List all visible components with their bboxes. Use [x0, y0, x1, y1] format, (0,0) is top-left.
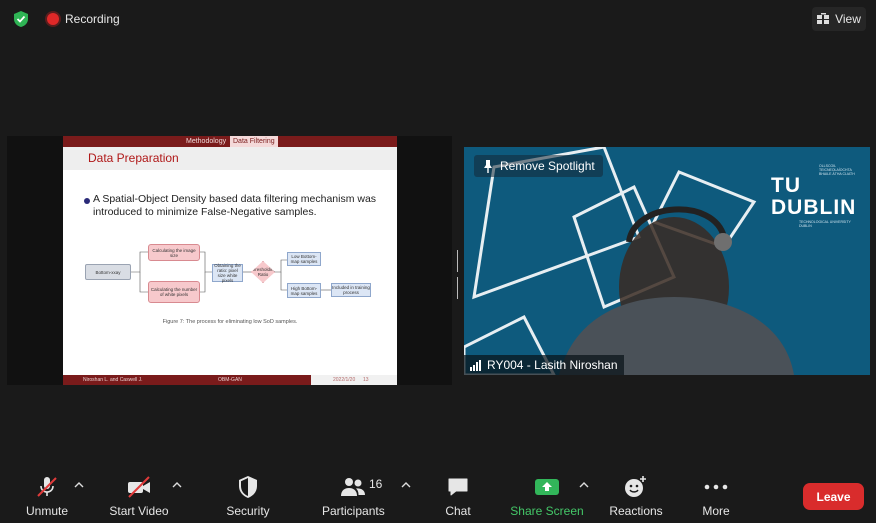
security-button[interactable]: Security: [224, 475, 272, 518]
start-video-button[interactable]: Start Video: [108, 475, 170, 518]
flow-node-white-pixels: Calculating the number of white pixels: [148, 281, 200, 303]
flow-node-input: Bottom-xxay: [85, 264, 131, 280]
more-button[interactable]: More: [696, 475, 736, 518]
more-dots-icon: [696, 475, 736, 499]
participants-label: Participants: [322, 504, 385, 518]
slide-crumb-subsection: Data Filtering: [230, 136, 278, 147]
footer-authors: Niroshan L. and Caswell J.: [83, 377, 143, 383]
chat-bubble-icon: [440, 475, 476, 499]
presentation-slide: Methodology Data Filtering Data Preparat…: [63, 136, 397, 385]
share-screen-icon: [510, 475, 584, 499]
headset-ear: [714, 233, 732, 251]
shield-check-icon[interactable]: [12, 10, 30, 28]
shared-screen: Methodology Data Filtering Data Preparat…: [7, 136, 452, 385]
slide-crumb-section: Methodology: [186, 138, 227, 145]
reactions-button[interactable]: Reactions: [608, 475, 664, 518]
share-options-chevron-icon[interactable]: [579, 481, 589, 489]
more-label: More: [702, 504, 730, 518]
unmute-label: Unmute: [25, 504, 69, 518]
camera-off-icon: [108, 475, 170, 499]
spotlight-video-tile[interactable]: Remove Spotlight OLLSCOIL TEICNEOLAÍOCHT…: [464, 147, 870, 375]
slide-bullet-text: A Spatial-Object Density based data filt…: [93, 193, 377, 218]
microphone-muted-icon: [22, 475, 72, 499]
grid-icon: [817, 13, 830, 24]
flow-node-high: High Bottom-map samples: [287, 283, 321, 298]
flow-diagram: Bottom-xxay Calculating the image size C…: [85, 240, 385, 310]
meeting-toolbar: Unmute Start Video Security Participants…: [0, 462, 876, 523]
tu-dublin-logo: OLLSCOIL TEICNEOLAÍOCHTA BHAILE ÁTHA CLI…: [771, 164, 857, 228]
flow-node-low: Low Bottom-map samples: [287, 252, 321, 266]
footer-page: 13: [363, 377, 369, 383]
footer-project: OBM-GAN: [218, 377, 242, 383]
start-video-label: Start Video: [109, 504, 169, 518]
remove-spotlight-label: Remove Spotlight: [500, 159, 595, 173]
share-screen-label: Share Screen: [510, 504, 584, 518]
chat-button[interactable]: Chat: [440, 475, 476, 518]
signal-icon: [470, 359, 481, 371]
figure-caption: Figure 7: The process for eliminating lo…: [162, 319, 298, 325]
split-resize-handle[interactable]: [457, 250, 461, 299]
view-button[interactable]: View: [812, 7, 866, 31]
security-label: Security: [226, 504, 270, 518]
security-shield-icon: [224, 475, 272, 499]
view-label: View: [835, 12, 861, 26]
unmute-button[interactable]: Unmute: [22, 475, 72, 518]
share-screen-button[interactable]: Share Screen: [510, 475, 584, 518]
chat-label: Chat: [445, 504, 471, 518]
participant-name: RY004 - Lasith Niroshan: [487, 358, 618, 372]
flow-node-image-size: Calculating the image size: [148, 244, 200, 261]
reactions-label: Reactions: [609, 504, 663, 518]
logo-wordmark: TU DUBLIN: [771, 174, 857, 219]
video-options-chevron-icon[interactable]: [172, 481, 182, 489]
remove-spotlight-button[interactable]: Remove Spotlight: [474, 155, 603, 177]
recording-icon[interactable]: [47, 13, 59, 25]
bullet-icon: [84, 198, 90, 204]
audio-options-chevron-icon[interactable]: [74, 481, 84, 489]
footer-date: 2022/1/20: [333, 377, 356, 383]
flow-node-training: Included in training process: [331, 283, 371, 297]
emoji-add-icon: [608, 475, 664, 499]
top-bar: Recording View: [0, 0, 876, 38]
recording-label[interactable]: Recording: [65, 12, 120, 26]
slide-title: Data Preparation: [88, 151, 179, 165]
slide-footer: Niroshan L. and Caswell J. OBM-GAN 2022/…: [63, 375, 397, 385]
participants-options-chevron-icon[interactable]: [401, 481, 411, 489]
participant-nameplate: RY004 - Lasith Niroshan: [464, 355, 624, 375]
flow-node-ratio: Obtaining the ratio: pixel size white pi…: [212, 263, 243, 283]
leave-button[interactable]: Leave: [803, 483, 864, 510]
pin-icon: [484, 159, 492, 173]
participants-count: 16: [369, 477, 383, 491]
